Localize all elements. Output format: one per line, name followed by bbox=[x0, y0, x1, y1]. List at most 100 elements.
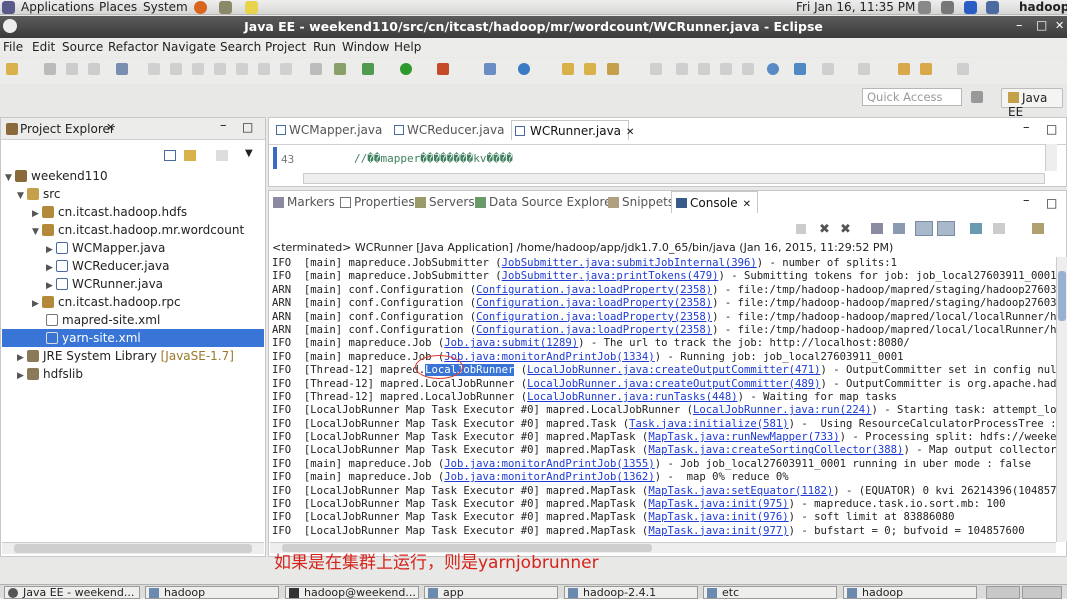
debug-icon[interactable] bbox=[362, 63, 374, 75]
forward-icon[interactable] bbox=[957, 63, 969, 75]
volume-icon[interactable] bbox=[941, 1, 954, 14]
back-icon[interactable] bbox=[898, 63, 910, 75]
places-menu[interactable]: Places bbox=[99, 0, 137, 14]
tree-item-jre-library[interactable]: ▶ JRE System Library [JavaSE-1.7] bbox=[17, 347, 234, 365]
tree-item-yarn-site[interactable]: yarn-site.xml bbox=[2, 329, 264, 347]
show-stderr-icon[interactable] bbox=[937, 221, 955, 236]
tab-snippets[interactable]: Snippets bbox=[608, 195, 674, 209]
console-source-link[interactable]: MapTask.java:runNewMapper(733) bbox=[648, 431, 839, 443]
maximize-view-icon[interactable]: □ bbox=[242, 120, 253, 134]
launcher-icon[interactable] bbox=[219, 1, 232, 14]
remove-launch-icon[interactable]: ✖ bbox=[819, 222, 830, 237]
console-source-link[interactable]: Task.java:initialize(581) bbox=[629, 418, 788, 430]
console-source-link[interactable]: Configuration.java:loadProperty(2358) bbox=[476, 324, 712, 336]
minimize-editor-icon[interactable]: – bbox=[1023, 120, 1030, 135]
suspend-icon[interactable] bbox=[170, 63, 182, 75]
menu-file[interactable]: File bbox=[3, 40, 23, 54]
annotation-next-icon[interactable] bbox=[676, 63, 688, 75]
open-type-icon[interactable] bbox=[562, 63, 574, 75]
menu-navigate[interactable]: Navigate bbox=[162, 40, 216, 54]
user-name[interactable]: hadoop bbox=[1019, 0, 1067, 14]
console-source-link[interactable]: LocalJobRunner.java:createOutputCommitte… bbox=[527, 364, 820, 376]
console-output[interactable]: IFO [main] mapreduce.JobSubmitter (JobSu… bbox=[272, 257, 1058, 542]
tree-item-rpc-package[interactable]: ▶ cn.itcast.hadoop.rpc bbox=[32, 293, 181, 311]
perspective-java-ee[interactable]: Java EE bbox=[1001, 88, 1063, 119]
console-source-link[interactable]: MapTask.java:init(975) bbox=[648, 498, 788, 510]
tree-item-hdfslib[interactable]: ▶ hdfslib bbox=[17, 365, 83, 383]
skip-breakpoints-icon[interactable] bbox=[116, 63, 128, 75]
notes-icon[interactable] bbox=[245, 1, 258, 14]
tree-item-src[interactable]: ▼ src bbox=[17, 185, 61, 203]
console-source-link[interactable]: Job.java:monitorAndPrintJob(1334) bbox=[444, 351, 654, 363]
browser-icon[interactable] bbox=[767, 63, 779, 75]
close-view-icon[interactable]: ✕ bbox=[106, 121, 115, 134]
console-source-link[interactable]: MapTask.java:setEquator(1182) bbox=[648, 485, 833, 497]
task-etc-folder[interactable]: etc bbox=[703, 586, 837, 599]
console-source-link[interactable]: Configuration.java:loadProperty(2358) bbox=[476, 284, 712, 296]
collapse-all-icon[interactable] bbox=[164, 150, 176, 161]
close-console-icon[interactable]: ✕ bbox=[743, 199, 751, 210]
project-explorer-title[interactable]: Project Explorer bbox=[20, 122, 115, 136]
task-app-folder[interactable]: app bbox=[424, 586, 558, 599]
console-source-link[interactable]: Configuration.java:loadProperty(2358) bbox=[476, 297, 712, 309]
console-source-link[interactable]: MapTask.java:init(976) bbox=[648, 511, 788, 523]
display-icon[interactable] bbox=[986, 1, 999, 14]
new-java-class-icon[interactable] bbox=[518, 63, 530, 75]
toggle-block-icon[interactable] bbox=[720, 63, 732, 75]
tab-wcreducer[interactable]: WCReducer.java bbox=[391, 120, 511, 140]
tree-item-hdfs-package[interactable]: ▶ cn.itcast.hadoop.hdfs bbox=[32, 203, 187, 221]
new-icon[interactable] bbox=[6, 63, 18, 75]
console-source-link[interactable]: Job.java:monitorAndPrintJob(1355) bbox=[444, 458, 654, 470]
menu-project[interactable]: Project bbox=[265, 40, 306, 54]
firefox-icon[interactable] bbox=[194, 1, 207, 14]
run-icon[interactable] bbox=[400, 63, 412, 75]
menu-source[interactable]: Source bbox=[62, 40, 103, 54]
tab-data-source-explorer[interactable]: Data Source Explorer bbox=[475, 195, 616, 209]
task-terminal[interactable]: hadoop@weekend... bbox=[285, 586, 419, 599]
tree-item-mapred-site[interactable]: mapred-site.xml bbox=[46, 311, 160, 329]
debug-mode-icon[interactable] bbox=[334, 63, 346, 75]
tab-console[interactable]: Console ✕ bbox=[671, 191, 759, 213]
system-menu[interactable]: System bbox=[143, 0, 188, 14]
resume-icon[interactable] bbox=[148, 63, 160, 75]
maximize-editor-icon[interactable]: □ bbox=[1046, 122, 1057, 136]
tab-markers[interactable]: Markers bbox=[273, 195, 335, 209]
console-source-link[interactable]: Job.java:submit(1289) bbox=[444, 337, 578, 349]
console-source-link[interactable]: Configuration.java:loadProperty(2358) bbox=[476, 311, 712, 323]
console-source-link[interactable]: JobSubmitter.java:printTokens(479) bbox=[502, 270, 719, 282]
tree-item-wcreducer[interactable]: ▶ WCReducer.java bbox=[46, 257, 169, 275]
explorer-hscrollbar[interactable] bbox=[2, 542, 264, 554]
console-source-link[interactable]: JobSubmitter.java:submitJobInternal(396) bbox=[502, 257, 757, 269]
terminate-icon[interactable] bbox=[192, 63, 204, 75]
drop-to-frame-icon[interactable] bbox=[280, 63, 292, 75]
menu-search[interactable]: Search bbox=[220, 40, 261, 54]
minimize-button[interactable]: – bbox=[1016, 18, 1023, 33]
scroll-thumb[interactable] bbox=[1058, 271, 1066, 321]
step-over-icon[interactable] bbox=[236, 63, 248, 75]
tab-wcrunner[interactable]: WCRunner.java ✕ bbox=[511, 120, 634, 140]
step-into-icon[interactable] bbox=[214, 63, 226, 75]
menu-window[interactable]: Window bbox=[342, 40, 389, 54]
focus-icon[interactable] bbox=[216, 150, 228, 161]
scroll-thumb[interactable] bbox=[14, 544, 252, 553]
pin-console-icon[interactable] bbox=[970, 223, 982, 234]
menu-help[interactable]: Help bbox=[394, 40, 421, 54]
quick-access-input[interactable]: Quick Access bbox=[862, 88, 962, 106]
view-menu-icon[interactable]: ▼ bbox=[245, 148, 253, 159]
save-icon[interactable] bbox=[44, 63, 56, 75]
task-hadoop-241-folder[interactable]: hadoop-2.4.1 bbox=[564, 586, 698, 599]
step-return-icon[interactable] bbox=[258, 63, 270, 75]
task-hadoop-folder-2[interactable]: hadoop bbox=[843, 586, 977, 599]
console-source-link[interactable]: MapTask.java:init(977) bbox=[648, 525, 788, 537]
console-source-link[interactable]: Job.java:monitorAndPrintJob(1362) bbox=[444, 471, 654, 483]
tab-properties[interactable]: Properties bbox=[340, 195, 415, 209]
editor-hscrollbar[interactable] bbox=[303, 173, 1045, 184]
maximize-console-icon[interactable]: □ bbox=[1046, 196, 1057, 210]
maximize-button[interactable]: □ bbox=[1036, 18, 1047, 32]
clock[interactable]: Fri Jan 16, 11:35 PM bbox=[796, 0, 915, 14]
task-eclipse[interactable]: Java EE - weekend... bbox=[4, 586, 140, 599]
scroll-lock-icon[interactable] bbox=[893, 223, 905, 234]
bluetooth-icon[interactable] bbox=[964, 1, 977, 14]
terminate-console-icon[interactable] bbox=[796, 224, 806, 234]
next-edit-icon[interactable] bbox=[858, 63, 870, 75]
